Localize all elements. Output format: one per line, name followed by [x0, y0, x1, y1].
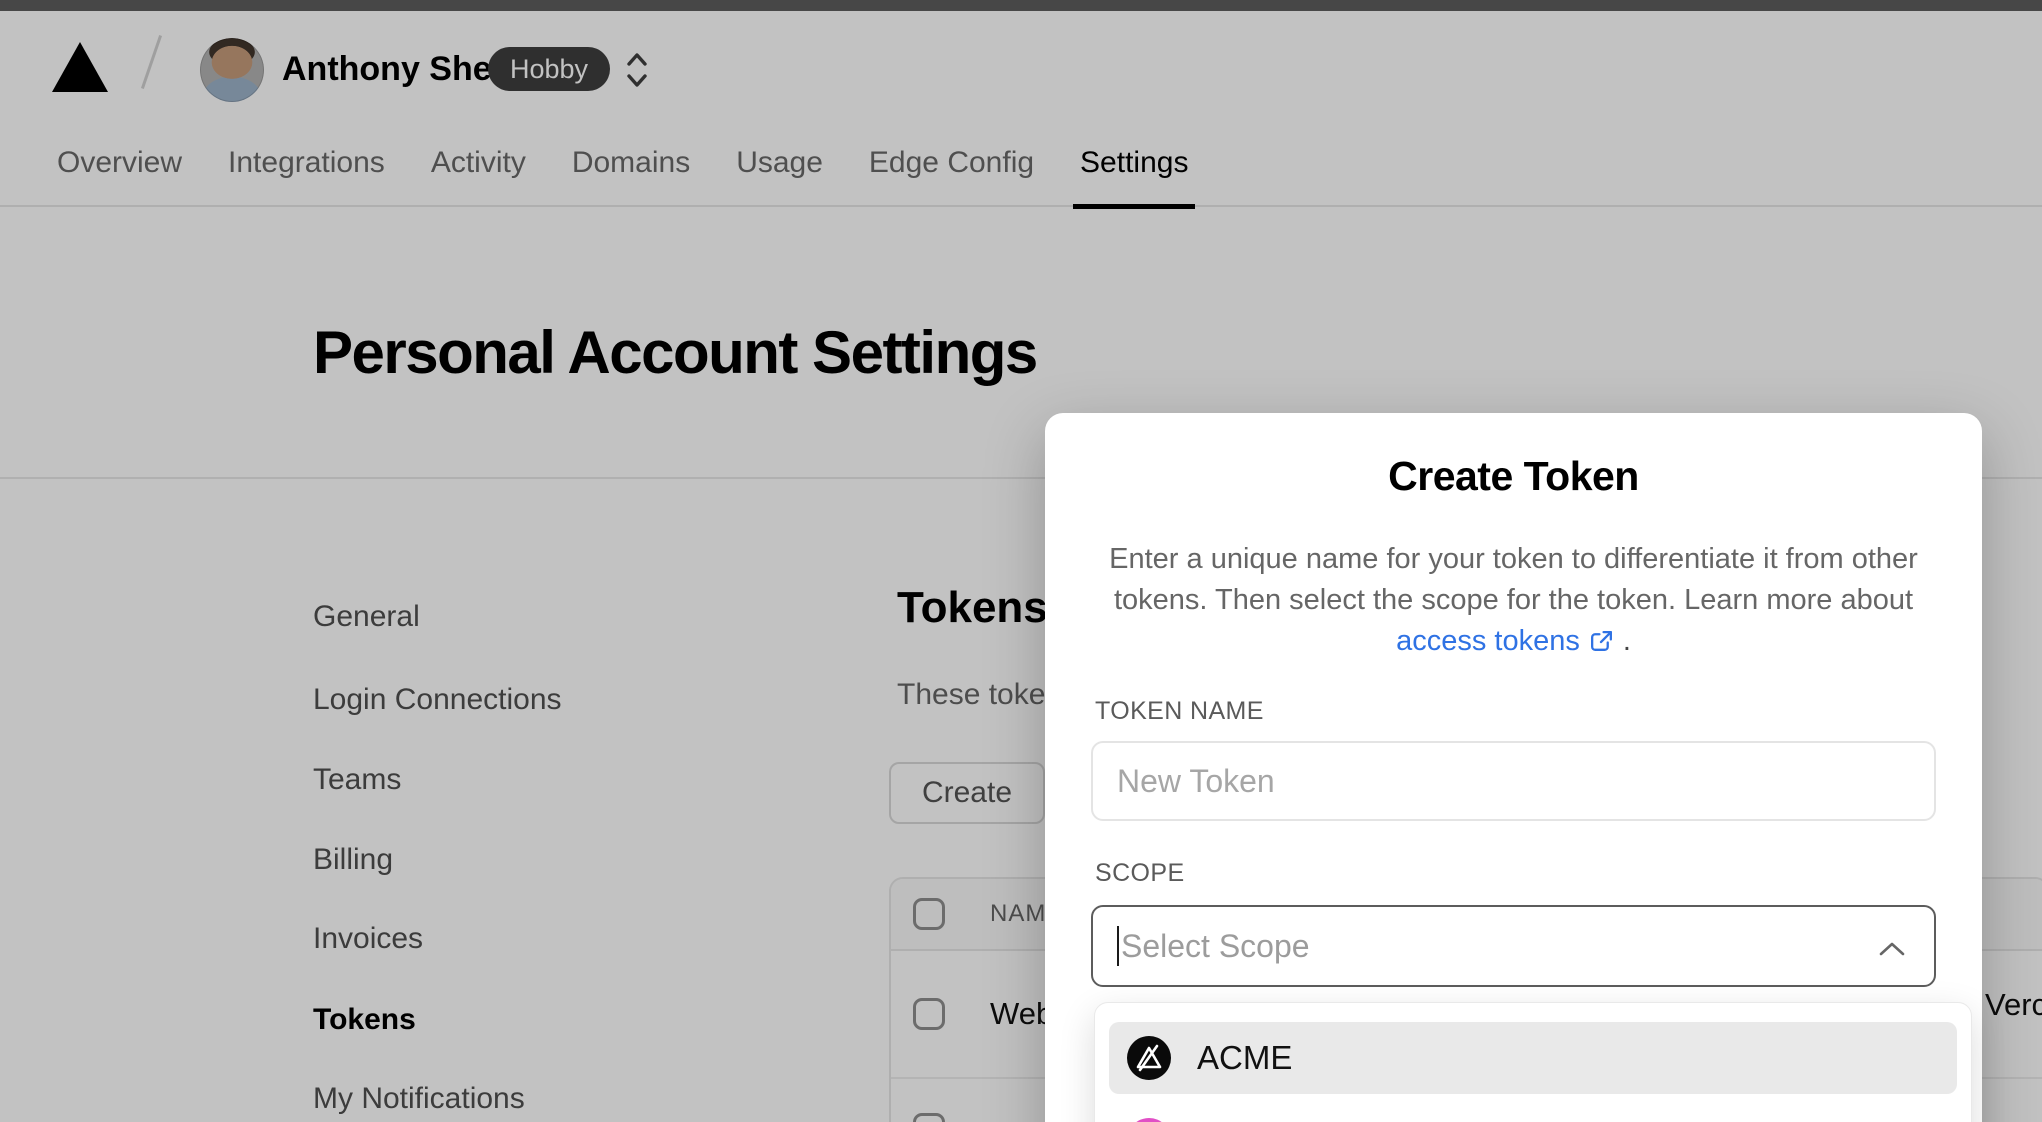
- scope-label: SCOPE: [1095, 859, 1185, 887]
- scope-option-personal[interactable]: shew: [1109, 1104, 1957, 1122]
- scope-dropdown: ACME shew: [1094, 1002, 1972, 1122]
- description-period: .: [1622, 625, 1631, 657]
- personal-avatar: [1127, 1118, 1171, 1122]
- token-name-label: TOKEN NAME: [1095, 697, 1264, 725]
- scope-placeholder: Select Scope: [1121, 927, 1310, 964]
- modal-description: Enter a unique name for your token to di…: [1085, 539, 1942, 662]
- scope-select[interactable]: Select Scope: [1091, 905, 1936, 987]
- chevron-up-icon: [1879, 942, 1905, 956]
- description-line: tokens. Then select the scope for the to…: [1113, 584, 1914, 616]
- access-tokens-link[interactable]: access tokens: [1396, 621, 1580, 662]
- token-name-input[interactable]: [1091, 741, 1936, 821]
- screen: Anthony Shew Hobby Overview Integrations…: [0, 0, 2042, 1122]
- scope-option-acme[interactable]: ACME: [1109, 1022, 1957, 1094]
- external-link-icon: [1590, 631, 1612, 651]
- description-link-line: access tokens .: [1085, 621, 1942, 662]
- acme-logo-icon: [1127, 1036, 1171, 1080]
- text-cursor: [1117, 926, 1119, 966]
- modal-title: Create Token: [1388, 453, 1639, 499]
- scope-option-label: ACME: [1197, 1039, 1293, 1076]
- description-line: Enter a unique name for your token to di…: [1109, 543, 1918, 575]
